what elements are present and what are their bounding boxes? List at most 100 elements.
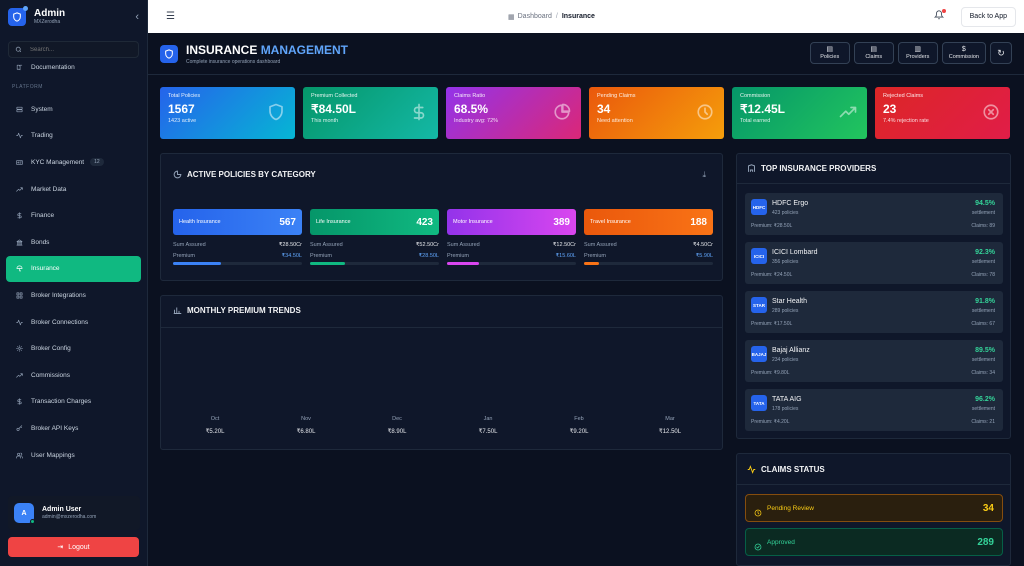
category-progress-bar — [310, 262, 439, 265]
premium-label: Premium — [447, 253, 470, 259]
month-column-dec: Dec ₹8.90L — [377, 416, 417, 435]
provider-settlement-label: settlement — [971, 210, 995, 216]
user-email: admin@mxzerodha.com — [42, 514, 97, 520]
category-card-life-insurance[interactable]: Life Insurance 423 Sum Assured ₹52.50Cr Prem… — [310, 209, 439, 265]
category-progress-fill — [310, 262, 345, 265]
sidebar-item-kyc-management[interactable]: KYC Management 12 — [6, 149, 141, 176]
menu-icon[interactable]: ☰ — [166, 11, 175, 22]
premium-value: ₹5.90L — [695, 253, 713, 259]
bell-icon[interactable] — [933, 9, 946, 23]
stat-card-pending-claims[interactable]: Pending Claims 34 Need attention — [589, 87, 724, 139]
download-icon[interactable]: ⤓ — [702, 170, 706, 180]
sidebar-item-broker-config[interactable]: Broker Config — [6, 335, 141, 362]
search-box[interactable] — [8, 41, 139, 58]
breadcrumb-home[interactable]: Dashboard — [518, 13, 552, 20]
provider-policies: 178 policies — [772, 406, 799, 412]
umbrella-icon — [14, 265, 24, 272]
sidebar-item-label: Documentation — [31, 63, 75, 71]
category-count: 188 — [690, 216, 707, 228]
sidebar-item-finance[interactable]: Finance — [6, 202, 141, 229]
category-card-travel-insurance[interactable]: Travel Insurance 188 Sum Assured ₹4.50Cr Pre… — [584, 209, 713, 265]
provider-claims: Claims: 89 — [971, 223, 995, 229]
provider-card-bajaj-allianz[interactable]: BAJAJ Bajaj Allianz 234 policies 89.5% settl… — [745, 340, 1003, 382]
sidebar-item-broker-connections[interactable]: Broker Connections — [6, 309, 141, 336]
online-indicator — [30, 519, 35, 524]
categories-title: ACTIVE POLICIES BY CATEGORY — [187, 170, 316, 179]
logout-label: Logout — [68, 543, 90, 551]
sidebar-item-label: System — [31, 105, 53, 113]
sidebar-item-market-data[interactable]: Market Data — [6, 176, 141, 203]
provider-card-tata-aig[interactable]: TATA TATA AIG 178 policies 96.2% settlement P… — [745, 389, 1003, 431]
provider-policies: 234 policies — [772, 357, 799, 363]
category-progress-fill — [584, 262, 600, 265]
claim-status-pending-review[interactable]: Pending Review 34 — [745, 494, 1003, 522]
sidebar-item-commissions[interactable]: Commissions — [6, 362, 141, 389]
category-card-motor-insurance[interactable]: Motor Insurance 389 Sum Assured ₹12.50Cr Pre… — [447, 209, 576, 265]
avatar: A — [14, 503, 35, 524]
provider-settlement-label: settlement — [971, 308, 995, 314]
commission-button[interactable]: $ Commission — [941, 42, 986, 64]
stat-card-claims-ratio[interactable]: Claims Ratio 68.5% Industry avg: 72% — [446, 87, 581, 139]
claim-status-approved[interactable]: Approved 289 — [745, 528, 1003, 556]
sidebar-item-broker-integrations[interactable]: Broker Integrations — [6, 282, 141, 309]
claims-status-panel: CLAIMS STATUS Pending Review 34 Approved 28… — [736, 453, 1011, 566]
stat-card-premium-collected[interactable]: Premium Collected ₹84.50L This month — [303, 87, 438, 139]
sidebar: Admin MXZerodha ‹ Documentation PLATFORM… — [0, 0, 148, 566]
sidebar-item-documentation[interactable]: Documentation — [6, 60, 141, 74]
premium-row: Premium ₹5.90L — [584, 253, 713, 259]
file-icon: ▤ — [826, 46, 834, 53]
user-card[interactable]: A Admin User admin@mxzerodha.com — [8, 496, 140, 530]
breadcrumb: ▦ Dashboard / Insurance — [508, 13, 595, 21]
provider-logo: TATA — [751, 395, 767, 411]
provider-card-icici-lombard[interactable]: ICICI ICICI Lombard 356 policies 92.3% settl… — [745, 242, 1003, 284]
sum-assured-row: Sum Assured ₹28.50Cr — [173, 242, 302, 248]
sidebar-item-insurance[interactable]: Insurance — [6, 255, 141, 283]
premium-row: Premium ₹15.60L — [447, 253, 576, 259]
sidebar-item-transaction-charges[interactable]: Transaction Charges — [6, 389, 141, 416]
clock-icon — [696, 103, 714, 121]
providers-button[interactable]: ▥ Providers — [897, 42, 938, 64]
trending-up-icon — [839, 103, 857, 121]
sum-assured-label: Sum Assured — [447, 242, 480, 248]
file-icon: ▤ — [870, 46, 878, 53]
policies-button[interactable]: ▤ Policies — [809, 42, 850, 64]
provider-name: ICICI Lombard — [772, 249, 818, 256]
book-icon — [14, 64, 24, 71]
month-label: Mar — [665, 416, 675, 422]
chevron-left-icon[interactable]: ‹ — [135, 11, 139, 23]
search-input[interactable] — [30, 46, 130, 53]
premium-label: Premium — [173, 253, 196, 259]
clock-icon — [754, 504, 762, 517]
sidebar-item-trading[interactable]: Trading — [6, 123, 141, 150]
stat-card-rejected-claims[interactable]: Rejected Claims 23 7.4% rejection rate — [875, 87, 1010, 139]
back-to-app-button[interactable]: Back to App — [960, 6, 1016, 27]
claims-button[interactable]: ▤ Claims — [853, 42, 894, 64]
stat-card-commission[interactable]: Commission ₹12.45L Total earned — [732, 87, 867, 139]
brand-title: Admin — [34, 8, 66, 19]
sum-assured-label: Sum Assured — [584, 242, 617, 248]
provider-card-star-health[interactable]: STAR Star Health 289 policies 91.8% settleme… — [745, 291, 1003, 333]
stat-card-total-policies[interactable]: Total Policies 1567 1423 active — [160, 87, 295, 139]
sidebar-item-user-mappings[interactable]: User Mappings — [6, 442, 141, 469]
month-label: Nov — [301, 416, 311, 422]
header-actions: ▤ Policies ▤ Claims ▥ Providers $ Commission… — [809, 42, 1012, 64]
provider-name: TATA AIG — [772, 396, 802, 403]
provider-card-hdfc-ergo[interactable]: HDFC HDFC Ergo 423 policies 94.5% settlement… — [745, 193, 1003, 235]
category-card-health-insurance[interactable]: Health Insurance 567 Sum Assured ₹28.50Cr Pr… — [173, 209, 302, 265]
sidebar-item-broker-api-keys[interactable]: Broker API Keys — [6, 415, 141, 442]
sidebar-item-bonds[interactable]: Bonds — [6, 229, 141, 256]
category-name: Motor Insurance — [453, 219, 493, 225]
refresh-button[interactable]: ↻ — [990, 42, 1012, 64]
dollar-icon: $ — [961, 46, 966, 53]
month-column-oct: Oct ₹5.20L — [195, 416, 235, 435]
server-icon — [14, 106, 24, 113]
claim-status-label: Approved — [767, 538, 795, 546]
sidebar-item-system[interactable]: System — [6, 96, 141, 123]
breadcrumb-current: Insurance — [561, 13, 595, 20]
premium-value: ₹34.50L — [281, 253, 302, 259]
bar-chart-icon — [173, 307, 182, 314]
category-header: Life Insurance 423 — [310, 209, 439, 235]
provider-name: Star Health — [772, 298, 808, 305]
logout-button[interactable]: ⇥ Logout — [8, 537, 139, 557]
stat-label: Premium Collected — [311, 93, 358, 99]
